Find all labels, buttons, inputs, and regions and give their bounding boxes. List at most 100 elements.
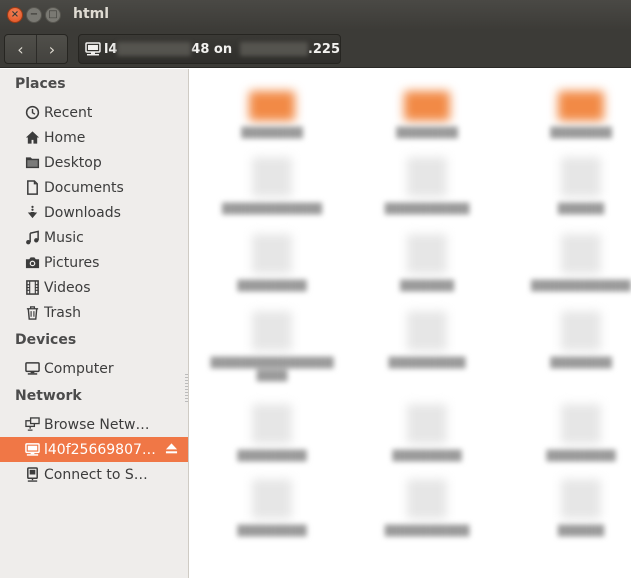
path-bar-current-location[interactable]: l4 48 on .225 — [78, 34, 341, 64]
blurred-filename: ████████ — [550, 358, 612, 369]
file-item-document[interactable]: █████████ — [352, 404, 502, 463]
sidebar-resize-handle[interactable] — [185, 374, 188, 404]
file-item-document[interactable]: █████████████ — [197, 157, 347, 216]
sidebar-item-label: Browse Network — [44, 416, 156, 433]
forward-button[interactable]: › — [35, 35, 67, 63]
file-item-document[interactable]: █████████ — [197, 234, 347, 293]
file-item-document[interactable]: ██████████ — [352, 311, 502, 370]
file-item-document[interactable]: ██████ — [506, 479, 631, 538]
clock-icon — [24, 105, 40, 121]
sidebar-item-label: Videos — [44, 279, 91, 296]
folder-icon — [404, 91, 450, 121]
minimize-button[interactable]: − — [26, 7, 42, 23]
network-share-icon — [24, 442, 40, 458]
document-icon — [561, 234, 601, 274]
blurred-filename: █████████ — [392, 451, 462, 462]
blurred-filename: █████████████ — [531, 281, 631, 292]
back-button[interactable]: ‹ — [5, 35, 36, 63]
sidebar-item-computer[interactable]: Computer — [0, 356, 188, 381]
navigation-buttons: ‹ › — [4, 34, 68, 64]
sidebar-item-label: Home — [44, 129, 86, 146]
sidebar-item-label: Computer — [44, 360, 114, 377]
document-icon — [407, 479, 447, 519]
close-button[interactable]: × — [7, 7, 23, 23]
blurred-filename: ██████████ — [388, 358, 466, 369]
document-icon — [561, 157, 601, 197]
document-icon — [252, 479, 292, 519]
sidebar-item-label: l40f25669807… — [44, 441, 156, 458]
document-icon — [252, 404, 292, 444]
sidebar-item-label: Music — [44, 229, 84, 246]
document-icon — [252, 311, 292, 351]
sidebar-item-home[interactable]: Home — [0, 125, 188, 150]
file-item-document[interactable]: ███████████ — [352, 157, 502, 216]
file-item-document[interactable]: █████████ — [197, 479, 347, 538]
file-item-document[interactable]: ████████ — [506, 311, 631, 370]
sidebar: Places Recent Home Desktop Documents Dow… — [0, 69, 189, 578]
blurred-filename: ██████ — [557, 204, 605, 215]
trash-icon — [24, 305, 40, 321]
sidebar-item-connect-to-server[interactable]: Connect to Server — [0, 462, 188, 487]
blurred-filename: █████████ — [546, 451, 616, 462]
blurred-filename: ████████████████ ████ — [210, 358, 334, 382]
document-icon — [252, 234, 292, 274]
blurred-filename: ███████████ — [384, 204, 470, 215]
file-view: ████████ ████████ ████████ █████████████… — [190, 69, 631, 578]
file-item-document[interactable]: █████████ — [506, 404, 631, 463]
file-item-folder[interactable]: ████████ — [506, 91, 631, 140]
sidebar-item-trash[interactable]: Trash — [0, 300, 188, 325]
file-item-folder[interactable]: ████████ — [352, 91, 502, 140]
blurred-filename: ████████ — [241, 128, 303, 139]
sidebar-item-music[interactable]: Music — [0, 225, 188, 250]
document-icon — [407, 404, 447, 444]
sidebar-item-videos[interactable]: Videos — [0, 275, 188, 300]
film-icon — [24, 280, 40, 296]
blurred-filename: ████████ — [396, 128, 458, 139]
document-icon — [561, 311, 601, 351]
file-item-document[interactable]: █████████████ — [506, 234, 631, 293]
path-middle: 48 on — [191, 41, 233, 57]
sidebar-item-desktop[interactable]: Desktop — [0, 150, 188, 175]
sidebar-item-label: Connect to Server — [44, 466, 156, 483]
sidebar-item-downloads[interactable]: Downloads — [0, 200, 188, 225]
sidebar-item-label: Trash — [44, 304, 81, 321]
blurred-filename: █████████ — [237, 526, 307, 537]
sidebar-item-label: Documents — [44, 179, 124, 196]
document-icon — [561, 404, 601, 444]
file-item-folder[interactable]: ████████ — [197, 91, 347, 140]
document-icon — [407, 311, 447, 351]
document-icon — [252, 157, 292, 197]
file-item-document[interactable]: ███████ — [352, 234, 502, 293]
document-icon — [561, 479, 601, 519]
music-icon — [24, 230, 40, 246]
toolbar: ‹ › l4 48 on .225 — [0, 30, 631, 68]
path-prefix: l4 — [103, 41, 118, 57]
sidebar-item-recent[interactable]: Recent — [0, 100, 188, 125]
sidebar-item-browse-network[interactable]: Browse Network — [0, 412, 188, 437]
sidebar-item-label: Downloads — [44, 204, 121, 221]
sidebar-item-label: Desktop — [44, 154, 102, 171]
file-item-document[interactable]: ██████ — [506, 157, 631, 216]
redacted-text — [240, 42, 308, 56]
maximize-button[interactable]: □ — [45, 7, 61, 23]
eject-icon[interactable] — [165, 442, 178, 459]
file-item-document[interactable]: ████████████████ ████ — [197, 311, 347, 383]
server-icon — [24, 467, 40, 483]
camera-icon — [24, 255, 40, 271]
window-title: html — [73, 6, 110, 22]
sidebar-item-documents[interactable]: Documents — [0, 175, 188, 200]
section-heading-places: Places — [15, 76, 66, 92]
file-item-document[interactable]: ███████████ — [352, 479, 502, 538]
folder-icon — [24, 155, 40, 171]
blurred-filename: █████████████ — [222, 204, 322, 215]
file-item-document[interactable]: █████████ — [197, 404, 347, 463]
network-icon — [24, 417, 40, 433]
sidebar-item-network-share[interactable]: l40f25669807… — [0, 437, 188, 462]
blurred-filename: █████████ — [237, 451, 307, 462]
section-heading-devices: Devices — [15, 332, 77, 348]
sidebar-item-pictures[interactable]: Pictures — [0, 250, 188, 275]
title-bar: × − □ html — [0, 0, 631, 30]
folder-icon — [249, 91, 295, 121]
redacted-text — [117, 42, 192, 56]
path-suffix: .225 — [307, 41, 340, 57]
